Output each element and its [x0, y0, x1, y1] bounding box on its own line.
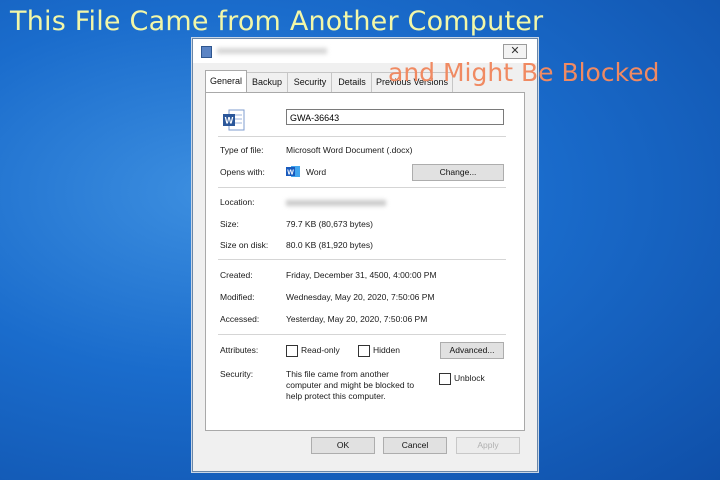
svg-text:W: W — [287, 170, 294, 177]
unblock-label: Unblock — [454, 373, 485, 383]
hidden-label: Hidden — [373, 345, 400, 355]
ok-button[interactable]: OK — [311, 437, 375, 454]
security-text-line-1: This file came from another — [286, 369, 389, 379]
security-text-line-2: computer and might be blocked to — [286, 380, 415, 390]
size-value: 79.7 KB (80,673 bytes) — [286, 219, 373, 229]
dialog-title-blurred — [217, 48, 327, 54]
unblock-checkbox[interactable] — [439, 373, 451, 385]
location-value-blurred — [286, 200, 386, 206]
tab-details[interactable]: Details — [331, 72, 373, 92]
banner-title: This File Came from Another Computer — [10, 6, 544, 37]
type-label: Type of file: — [220, 145, 264, 155]
separator — [218, 259, 506, 260]
tab-general[interactable]: General — [205, 70, 247, 92]
accessed-value: Yesterday, May 20, 2020, 7:50:06 PM — [286, 314, 428, 324]
word-app-icon: W — [286, 166, 300, 177]
general-panel: W GWA-36643 Type of file: Microsoft Word… — [205, 92, 525, 431]
size-on-disk-value: 80.0 KB (81,920 bytes) — [286, 240, 373, 250]
security-label: Security: — [220, 369, 254, 379]
apply-button[interactable]: Apply — [456, 437, 520, 454]
modified-label: Modified: — [220, 292, 255, 302]
banner-subtitle: and Might Be Blocked — [388, 58, 660, 87]
cancel-button[interactable]: Cancel — [383, 437, 447, 454]
change-button[interactable]: Change... — [412, 164, 504, 181]
created-label: Created: — [220, 270, 253, 280]
type-value: Microsoft Word Document (.docx) — [286, 145, 413, 155]
close-button[interactable]: ✕ — [503, 44, 527, 59]
document-icon — [201, 46, 212, 58]
separator — [218, 334, 506, 335]
hidden-checkbox[interactable] — [358, 345, 370, 357]
svg-text:W: W — [225, 116, 234, 126]
separator — [218, 136, 506, 137]
opens-with-value: Word — [306, 167, 327, 177]
attributes-label: Attributes: — [220, 345, 259, 355]
readonly-checkbox[interactable] — [286, 345, 298, 357]
separator — [218, 187, 506, 188]
advanced-button[interactable]: Advanced... — [440, 342, 504, 359]
tab-security[interactable]: Security — [287, 72, 333, 92]
readonly-label: Read-only — [301, 345, 340, 355]
security-text-line-3: help protect this computer. — [286, 391, 386, 401]
word-document-icon: W — [223, 109, 245, 131]
created-value: Friday, December 31, 4500, 4:00:00 PM — [286, 270, 437, 280]
file-name-input[interactable]: GWA-36643 — [286, 109, 504, 125]
properties-dialog: ✕ General Backup Security Details Previo… — [192, 38, 538, 472]
modified-value: Wednesday, May 20, 2020, 7:50:06 PM — [286, 292, 435, 302]
accessed-label: Accessed: — [220, 314, 260, 324]
size-label: Size: — [220, 219, 239, 229]
opens-with-label: Opens with: — [220, 167, 265, 177]
tab-backup[interactable]: Backup — [245, 72, 289, 92]
size-on-disk-label: Size on disk: — [220, 240, 269, 250]
location-label: Location: — [220, 197, 255, 207]
